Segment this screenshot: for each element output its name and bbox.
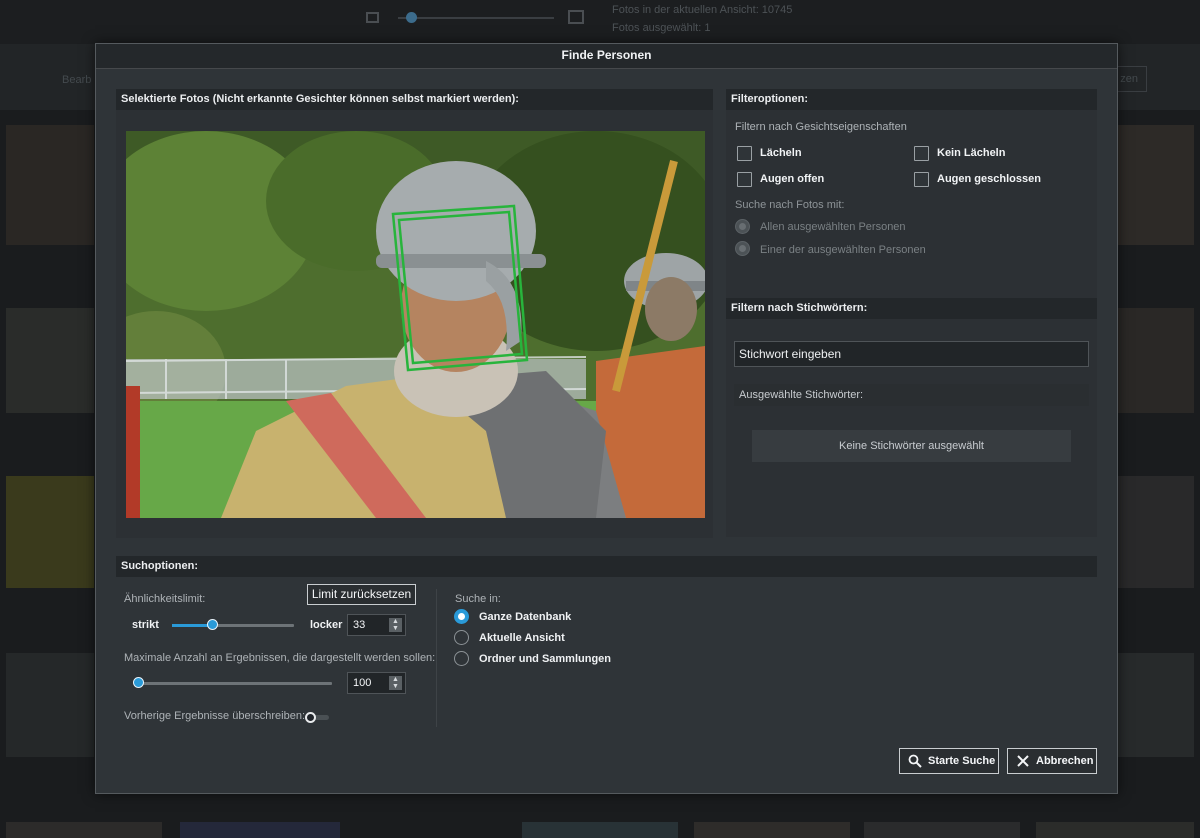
start-search-button[interactable]: Starte Suche: [899, 748, 999, 774]
background-thumbnail: [1118, 125, 1194, 245]
selected-count-text: Fotos ausgewählt: 1: [612, 22, 711, 34]
similarity-value: 33: [353, 619, 366, 631]
selected-keywords-label: Ausgewählte Stichwörter:: [734, 384, 1089, 406]
keyword-input[interactable]: Stichwort eingeben: [734, 341, 1089, 367]
zoom-large-icon: [568, 10, 584, 24]
spin-arrows-icon[interactable]: ▲ ▼: [389, 618, 402, 632]
view-count-text: Fotos in der aktuellen Ansicht: 10745: [612, 4, 793, 16]
cancel-label: Abbrechen: [1036, 755, 1094, 767]
search-current-view-label: Aktuelle Ansicht: [479, 632, 565, 644]
eyes-closed-checkbox[interactable]: [914, 172, 929, 187]
search-photos-with-label: Suche nach Fotos mit:: [735, 199, 845, 211]
background-thumbnail: [180, 822, 340, 838]
all-persons-radio[interactable]: [735, 219, 750, 234]
background-thumbnail: [694, 822, 850, 838]
filter-header: Filteroptionen:: [726, 89, 1097, 110]
any-person-label: Einer der ausgewählten Personen: [760, 244, 926, 256]
no-smile-checkbox[interactable]: [914, 146, 929, 161]
keyword-header: Filtern nach Stichwörtern:: [726, 298, 1097, 319]
background-thumbnail: [6, 308, 94, 413]
find-people-dialog: Finde Personen Selektierte Fotos (Nicht …: [95, 43, 1118, 794]
eyes-open-checkbox[interactable]: [737, 172, 752, 187]
background-thumbnail: [6, 653, 94, 757]
max-results-spinbox[interactable]: 100 ▲ ▼: [347, 672, 406, 694]
smile-label: Lächeln: [760, 147, 802, 159]
smile-checkbox[interactable]: [737, 146, 752, 161]
similarity-slider-fill: [172, 624, 213, 627]
max-results-label: Maximale Anzahl an Ergebnissen, die darg…: [124, 652, 436, 664]
background-thumbnail: [6, 125, 94, 245]
all-persons-label: Allen ausgewählten Personen: [760, 221, 906, 233]
similarity-spinbox[interactable]: 33 ▲ ▼: [347, 614, 406, 636]
background-thumbnail: [522, 822, 678, 838]
search-icon: [908, 754, 922, 768]
background-thumbnail: [1118, 308, 1194, 413]
search-database-radio[interactable]: [454, 609, 469, 624]
overwrite-toggle-knob[interactable]: [305, 712, 316, 723]
zoom-slider: [398, 17, 554, 19]
dialog-title: Finde Personen: [96, 44, 1117, 69]
search-database-label: Ganze Datenbank: [479, 611, 572, 623]
background-top-bar: [0, 0, 1200, 44]
selected-photo[interactable]: [126, 131, 705, 518]
search-folders-label: Ordner und Sammlungen: [479, 653, 612, 665]
zoom-small-icon: [366, 12, 379, 23]
similarity-slider-knob[interactable]: [207, 619, 219, 630]
background-thumbnail: [6, 476, 94, 588]
eyes-open-label: Augen offen: [760, 173, 825, 185]
background-thumbnail: [864, 822, 1020, 838]
background-edit-button: Bearb: [62, 74, 92, 86]
search-current-view-radio[interactable]: [454, 630, 469, 645]
search-in-label: Suche in:: [455, 593, 501, 605]
loose-label: locker: [310, 619, 343, 631]
max-results-value: 100: [353, 677, 372, 689]
max-results-slider-knob[interactable]: [133, 677, 144, 688]
search-folders-radio[interactable]: [454, 651, 469, 666]
no-smile-label: Kein Lächeln: [937, 147, 1006, 159]
background-thumbnail: [6, 822, 162, 838]
search-options-header: Suchoptionen:: [116, 556, 1097, 577]
background-thumbnail: [1118, 476, 1194, 588]
max-results-slider[interactable]: [138, 682, 332, 685]
face-filter-label: Filtern nach Gesichtseigenschaften: [735, 121, 907, 133]
cancel-button[interactable]: Abbrechen: [1007, 748, 1097, 774]
background-thumbnail: [1036, 822, 1194, 838]
eyes-closed-label: Augen geschlossen: [937, 173, 1041, 185]
strict-label: strikt: [132, 619, 159, 631]
overwrite-label: Vorherige Ergebnisse überschreiben:: [124, 710, 306, 722]
photo-image: [126, 131, 705, 518]
any-person-radio[interactable]: [735, 241, 750, 256]
similarity-slider[interactable]: [172, 624, 294, 627]
similarity-label: Ähnlichkeitslimit:: [124, 593, 206, 605]
photos-header: Selektierte Fotos (Nicht erkannte Gesich…: [116, 89, 713, 110]
zoom-slider-knob: [406, 12, 417, 23]
start-search-label: Starte Suche: [928, 755, 996, 767]
background-thumbnail: [1118, 653, 1194, 757]
spin-arrows-icon[interactable]: ▲ ▼: [389, 676, 402, 690]
separator: [436, 589, 437, 727]
close-icon: [1017, 755, 1029, 767]
no-keywords-text: Keine Stichwörter ausgewählt: [752, 430, 1071, 462]
reset-limit-button[interactable]: Limit zurücksetzen: [307, 584, 416, 605]
